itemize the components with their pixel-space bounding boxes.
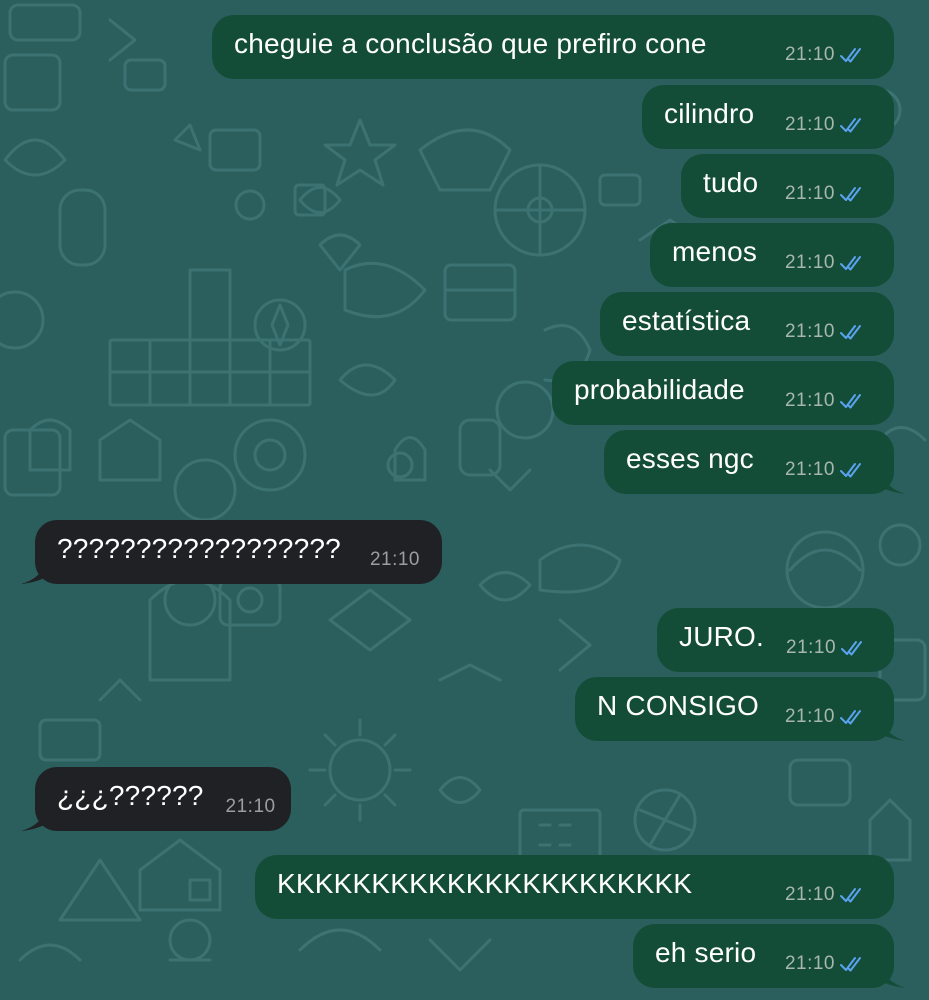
message-time: 21:10	[786, 637, 837, 658]
read-ticks-icon	[840, 325, 861, 340]
message-text: menos	[672, 236, 758, 267]
message-meta: 21:10	[763, 321, 866, 343]
message-time: 21:10	[784, 321, 835, 342]
message-outgoing[interactable]: esses ngc 21:10	[604, 430, 894, 494]
message-meta: 21:10	[763, 252, 866, 274]
message-incoming[interactable]: ¿¿¿?????? 21:10	[35, 767, 291, 831]
message-text: esses ngc	[626, 443, 754, 474]
read-ticks-icon	[840, 118, 861, 133]
message-meta: 21:10	[763, 183, 866, 205]
message-meta: 21:10	[763, 884, 866, 906]
message-text: ¿¿¿??????	[57, 780, 204, 811]
message-text: eh serio	[655, 937, 757, 968]
message-outgoing[interactable]: N CONSIGO 21:10	[575, 677, 894, 741]
message-outgoing[interactable]: probabilidade 21:10	[552, 361, 894, 425]
message-outgoing[interactable]: eh serio 21:10	[633, 924, 894, 988]
bubble-tail	[880, 715, 906, 741]
message-meta: 21:10	[763, 706, 866, 728]
message-time: 21:10	[784, 114, 835, 135]
message-time: 21:10	[784, 706, 835, 727]
message-text: JURO.	[679, 621, 764, 652]
message-outgoing[interactable]: KKKKKKKKKKKKKKKKKKKKKK 21:10	[255, 855, 894, 919]
message-outgoing[interactable]: estatística 21:10	[600, 292, 894, 356]
bubble-tail	[880, 468, 906, 494]
message-text: ??????????????????	[57, 533, 341, 564]
message-time: 21:10	[784, 183, 835, 204]
read-ticks-icon	[840, 48, 861, 63]
read-ticks-icon	[840, 463, 861, 478]
read-ticks-icon	[840, 187, 861, 202]
read-ticks-icon	[840, 888, 861, 903]
bubble-tail	[21, 558, 47, 584]
read-ticks-icon	[840, 394, 861, 409]
message-meta: 21:10	[204, 796, 276, 818]
message-text: estatística	[622, 305, 751, 336]
message-outgoing[interactable]: cheguie a conclusão que prefiro cone 21:…	[212, 15, 894, 79]
message-meta: 21:10	[763, 953, 866, 975]
bubble-tail	[880, 962, 906, 988]
message-outgoing[interactable]: menos 21:10	[650, 223, 894, 287]
message-text: cheguie a conclusão que prefiro cone	[234, 28, 707, 59]
message-time: 21:10	[784, 390, 835, 411]
message-text: cilindro	[664, 98, 755, 129]
message-outgoing[interactable]: cilindro 21:10	[642, 85, 894, 149]
message-outgoing[interactable]: JURO. 21:10	[657, 608, 894, 672]
message-time: 21:10	[225, 796, 276, 817]
message-meta: 21:10	[764, 637, 867, 659]
message-text: probabilidade	[574, 374, 745, 405]
message-time: 21:10	[784, 459, 835, 480]
message-text: KKKKKKKKKKKKKKKKKKKKKK	[277, 868, 693, 899]
message-meta: 21:10	[763, 459, 866, 481]
message-time: 21:10	[784, 884, 835, 905]
bubble-tail	[21, 805, 47, 831]
message-time: 21:10	[369, 549, 420, 570]
message-meta: 21:10	[348, 549, 420, 571]
read-ticks-icon	[840, 256, 861, 271]
message-outgoing[interactable]: tudo 21:10	[681, 154, 894, 218]
message-time: 21:10	[784, 953, 835, 974]
message-text: N CONSIGO	[597, 690, 760, 721]
read-ticks-icon	[840, 957, 861, 972]
message-incoming[interactable]: ?????????????????? 21:10	[35, 520, 442, 584]
chat-messages: cheguie a conclusão que prefiro cone 21:…	[0, 0, 929, 1000]
message-time: 21:10	[784, 252, 835, 273]
message-meta: 21:10	[763, 44, 866, 66]
read-ticks-icon	[840, 710, 861, 725]
message-meta: 21:10	[763, 114, 866, 136]
read-ticks-icon	[841, 641, 863, 656]
message-meta: 21:10	[763, 390, 866, 412]
message-time: 21:10	[784, 44, 835, 65]
message-text: tudo	[703, 167, 759, 198]
